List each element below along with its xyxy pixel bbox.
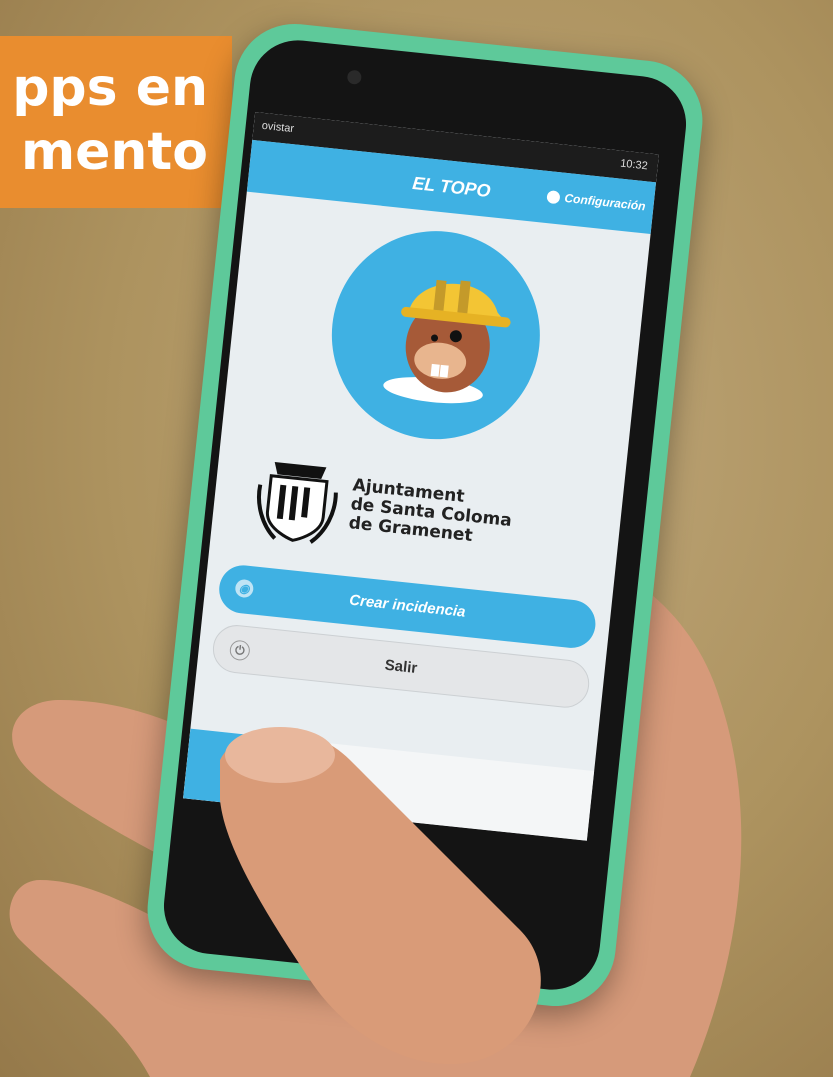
target-icon: ◉ — [234, 578, 255, 599]
coat-of-arms-icon — [257, 462, 338, 544]
banner-line-1: pps en — [12, 58, 208, 118]
tab-home[interactable]: ⌂ Inicio — [183, 728, 330, 813]
carrier-label: ovistar — [261, 119, 295, 136]
mole-mascot-logo — [331, 231, 540, 440]
municipality-name: Ajuntament de Santa Coloma de Gramenet — [348, 475, 573, 556]
status-clock: 10:32 — [619, 157, 649, 173]
phone-screen: ovistar 10:32 EL TOPO Configuración Ajun… — [183, 112, 659, 841]
radio-icon — [546, 189, 561, 204]
orange-banner: pps en mento — [0, 36, 232, 208]
power-icon: ⏻ — [228, 639, 251, 662]
exit-label: Salir — [383, 656, 419, 677]
create-incident-label: Crear incidencia — [348, 591, 467, 621]
recent-apps-icon[interactable] — [330, 832, 357, 857]
municipality-logo: Ajuntament de Santa Coloma de Gramenet — [250, 444, 589, 578]
tab-home-label: Inicio — [240, 769, 271, 787]
banner-line-2: mento — [20, 122, 208, 182]
phone: ovistar 10:32 EL TOPO Configuración Ajun… — [141, 18, 709, 1012]
